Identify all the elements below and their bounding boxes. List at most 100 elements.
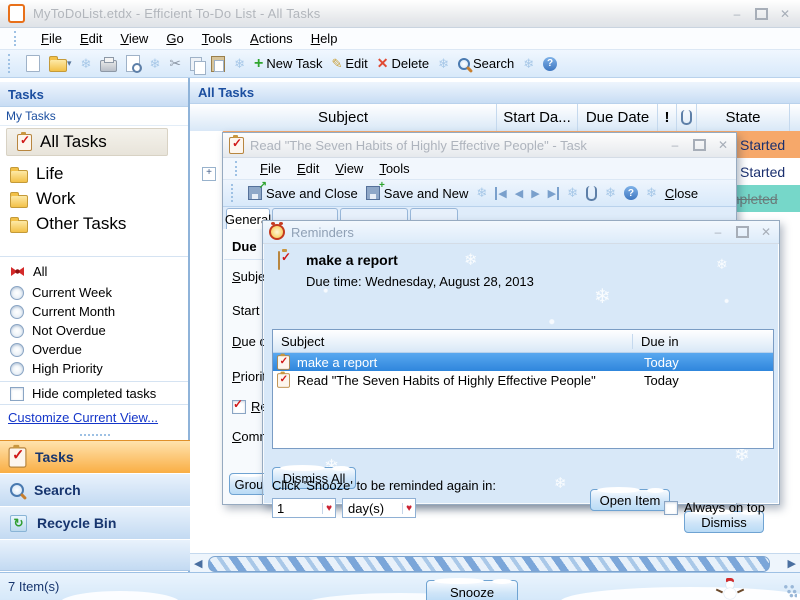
nav-recycle-bin[interactable]: ↻Recycle Bin: [0, 506, 198, 540]
minimize-icon[interactable]: –: [730, 8, 744, 20]
nav-search[interactable]: Search: [0, 473, 198, 507]
filter-current-week[interactable]: Current Week: [0, 283, 198, 302]
reminder-due: Today: [636, 355, 679, 370]
column-subject[interactable]: Subject: [273, 334, 633, 349]
menu-tools[interactable]: Tools: [379, 161, 409, 176]
menu-file[interactable]: File: [260, 161, 281, 176]
print-preview-icon[interactable]: [126, 55, 140, 72]
customize-view-link[interactable]: Customize Current View...: [8, 410, 158, 425]
expand-row-icon[interactable]: +: [202, 167, 216, 181]
sidebar-folder-work[interactable]: Work: [0, 187, 75, 211]
sidebar-folder-other-tasks[interactable]: Other Tasks: [0, 212, 126, 236]
hide-completed-checkbox[interactable]: Hide completed tasks: [0, 384, 198, 403]
column-subject[interactable]: Subject: [190, 104, 497, 131]
attachment-icon[interactable]: [586, 186, 597, 201]
radio-icon: [10, 324, 24, 338]
reminders-body: ❄ ❄ ❄ ❄ ❄ ❄ make a report Due time: Wedn…: [264, 244, 778, 503]
snowflake-icon: ❄: [523, 56, 534, 72]
cut-icon[interactable]: ✂: [169, 55, 181, 72]
copy-icon[interactable]: [190, 57, 202, 71]
menu-file[interactable]: File: [41, 31, 62, 46]
print-icon[interactable]: [100, 60, 117, 72]
menu-view[interactable]: View: [120, 31, 148, 46]
maximize-icon[interactable]: [735, 226, 749, 238]
horizontal-scrollbar[interactable]: ◀ ▶: [190, 553, 800, 573]
radio-icon: [10, 305, 24, 319]
filter-not-overdue[interactable]: Not Overdue: [0, 321, 198, 340]
list-header: All Tasks: [190, 82, 800, 104]
close-icon[interactable]: ✕: [716, 139, 730, 151]
previous-item-icon[interactable]: ◀: [515, 187, 523, 200]
menu-edit[interactable]: Edit: [80, 31, 102, 46]
reminder-row[interactable]: Read "The Seven Habits of Highly Effecti…: [273, 371, 773, 389]
dropdown-heart-icon[interactable]: ♥: [402, 503, 415, 514]
scrollbar-thumb[interactable]: [208, 556, 770, 572]
close-icon[interactable]: ✕: [759, 226, 773, 238]
snooze-duration-input[interactable]: [273, 500, 317, 517]
task-dialog-title-bar: Read "The Seven Habits of Highly Effecti…: [223, 133, 736, 158]
snooze-unit-select[interactable]: day(s) ♥: [342, 498, 416, 518]
column-start-date[interactable]: Start Da...: [497, 104, 578, 131]
column-attachment[interactable]: [677, 104, 697, 131]
edit-task-button[interactable]: ✎Edit: [331, 56, 367, 72]
menu-help[interactable]: Help: [311, 31, 338, 46]
filter-current-month[interactable]: Current Month: [0, 302, 198, 321]
minimize-icon[interactable]: –: [668, 139, 682, 151]
task-icon: [277, 355, 290, 369]
new-file-icon[interactable]: [26, 55, 40, 72]
next-item-icon[interactable]: ▶: [531, 187, 539, 200]
scroll-left-icon[interactable]: ◀: [194, 557, 202, 570]
open-file-icon[interactable]: ▾: [49, 55, 72, 72]
save-and-close-button[interactable]: ↗Save and Close: [248, 186, 358, 201]
snowflake-icon: ❄: [554, 474, 567, 492]
save-and-new-button[interactable]: +Save and New: [366, 186, 469, 201]
reminder-row[interactable]: make a report Today: [273, 353, 773, 371]
dropdown-heart-icon[interactable]: ♥: [322, 503, 335, 514]
snowflake-icon: ❄: [594, 284, 611, 309]
column-due-date[interactable]: Due Date: [578, 104, 658, 131]
sidebar-folder-life[interactable]: Life: [0, 162, 63, 186]
attachment-icon: [681, 110, 692, 125]
main-menu-bar: File Edit View Go Tools Actions Help: [0, 28, 800, 50]
filter-all[interactable]: All: [0, 262, 198, 281]
menu-view[interactable]: View: [335, 161, 363, 176]
snooze-duration-field[interactable]: ♥: [272, 498, 336, 518]
filter-high-priority[interactable]: High Priority: [0, 359, 198, 378]
column-state[interactable]: State: [697, 104, 790, 131]
nav-tasks[interactable]: Tasks: [0, 440, 198, 474]
filter-overdue[interactable]: Overdue: [0, 340, 198, 359]
search-button[interactable]: Search: [458, 56, 514, 71]
menu-tools[interactable]: Tools: [202, 31, 232, 46]
last-item-icon[interactable]: ▶: [548, 187, 559, 200]
scroll-right-icon[interactable]: ▶: [788, 557, 796, 570]
main-title-bar: MyToDoList.etdx - Efficient To-Do List -…: [0, 0, 800, 28]
nav-overflow[interactable]: ▾: [0, 539, 210, 571]
splitter-grip[interactable]: [80, 434, 110, 436]
help-icon[interactable]: ?: [624, 186, 638, 200]
close-task-button[interactable]: Close: [665, 186, 698, 201]
due-banner: Due: [232, 239, 257, 254]
reminder-subject: Read "The Seven Habits of Highly Effecti…: [291, 373, 636, 388]
sidebar-item-all-tasks[interactable]: All Tasks: [6, 128, 168, 156]
always-on-top-checkbox[interactable]: Always on top: [664, 500, 765, 515]
delete-task-button[interactable]: ✕Delete: [377, 55, 429, 72]
menu-edit[interactable]: Edit: [297, 161, 319, 176]
maximize-icon[interactable]: [692, 139, 706, 151]
snooze-button[interactable]: Snooze: [426, 580, 518, 600]
paste-icon[interactable]: [211, 56, 225, 72]
help-icon[interactable]: ?: [543, 57, 557, 71]
column-priority[interactable]: !: [658, 104, 677, 131]
pencil-icon: ✎: [331, 56, 342, 72]
column-due-in[interactable]: Due in: [633, 334, 679, 349]
search-icon: [10, 483, 24, 497]
maximize-icon[interactable]: [754, 8, 768, 20]
resize-grip[interactable]: [781, 582, 797, 598]
menu-go[interactable]: Go: [166, 31, 183, 46]
new-task-button[interactable]: +New Task: [254, 55, 322, 73]
close-icon[interactable]: ✕: [778, 8, 792, 20]
open-item-button[interactable]: Open Item: [590, 489, 670, 511]
first-item-icon[interactable]: ◀: [495, 187, 506, 200]
minimize-icon[interactable]: –: [711, 226, 725, 238]
row-expander-gutter: +: [190, 131, 223, 212]
menu-actions[interactable]: Actions: [250, 31, 293, 46]
